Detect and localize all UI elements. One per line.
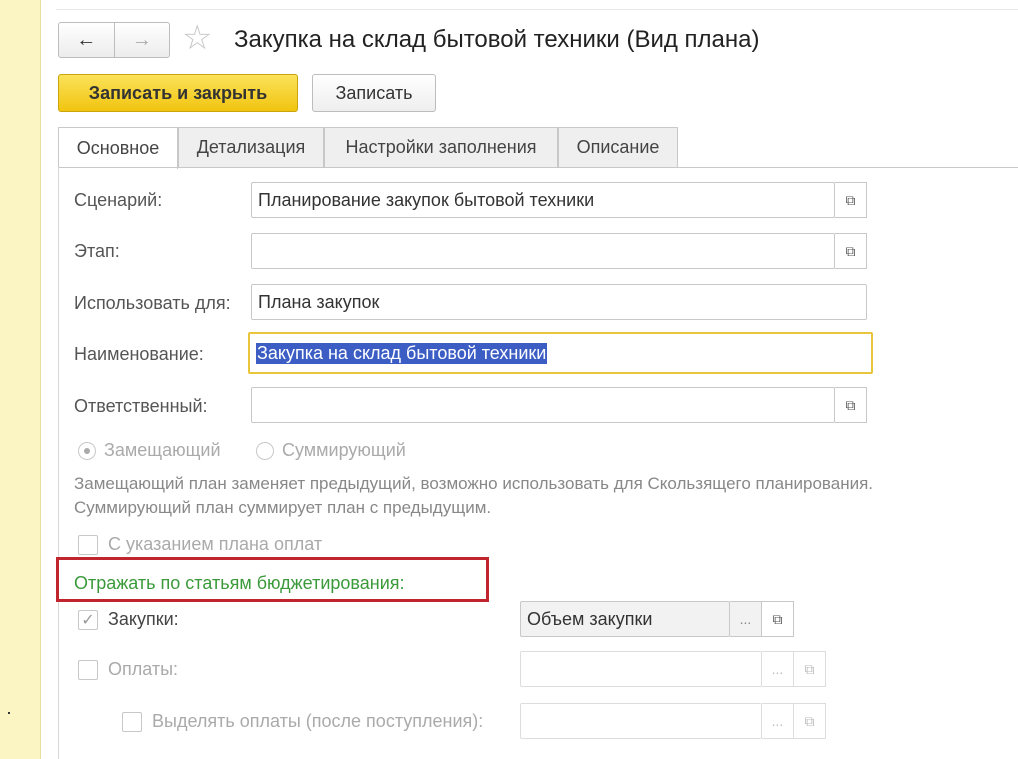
- form-window: [41, 0, 1018, 759]
- payment-plan-label: С указанием плана оплат: [108, 534, 323, 554]
- use-for-field[interactable]: Плана закупок: [251, 284, 867, 320]
- radio-replace[interactable]: Замещающий: [78, 440, 221, 461]
- strip-mark: [8, 712, 10, 714]
- page-title: Закупка на склад бытовой техники (Вид пл…: [234, 26, 760, 53]
- purchases-field[interactable]: Объем закупки: [520, 601, 730, 637]
- tab-description[interactable]: Описание: [558, 127, 678, 167]
- tab-main[interactable]: Основное: [58, 127, 178, 169]
- name-label: Наименование:: [74, 344, 204, 364]
- back-button[interactable]: ←: [59, 23, 114, 57]
- note-line-2: Суммирующий план суммирует план с предыд…: [74, 498, 492, 517]
- open-icon: ⧉: [772, 610, 783, 627]
- responsible-label: Ответственный:: [74, 396, 208, 416]
- open-icon: ⧉: [804, 660, 815, 677]
- responsible-open-button[interactable]: ⧉: [835, 387, 867, 423]
- open-icon: ⧉: [845, 242, 856, 259]
- nav-buttons: ← →: [58, 22, 170, 58]
- tab-bar: Основное Детализация Настройки заполнени…: [58, 127, 678, 169]
- purchases-select-button[interactable]: ...: [730, 601, 762, 637]
- checkbox-box: ✓: [78, 609, 98, 630]
- stage-field[interactable]: [251, 233, 835, 269]
- payment-plan-checkbox[interactable]: С указанием плана оплат: [78, 534, 322, 555]
- purchases-open-button[interactable]: ⧉: [762, 601, 794, 637]
- forward-button[interactable]: →: [113, 23, 170, 57]
- open-icon: ⧉: [845, 396, 856, 413]
- payments-select-button[interactable]: ...: [762, 651, 794, 687]
- separate-payments-open-button[interactable]: ⧉: [794, 703, 826, 739]
- separate-payments-checkbox[interactable]: Выделять оплаты (после поступления):: [122, 711, 483, 732]
- separate-payments-select-button[interactable]: ...: [762, 703, 794, 739]
- note-line-1: Замещающий план заменяет предыдущий, воз…: [74, 474, 874, 493]
- name-field-selected-text: Закупка на склад бытовой техники: [256, 342, 548, 364]
- payments-field[interactable]: [520, 651, 762, 687]
- scenario-field[interactable]: Планирование закупок бытовой техники: [251, 182, 835, 218]
- radio-circle: [256, 441, 274, 460]
- purchases-checkbox[interactable]: ✓ Закупки:: [78, 609, 179, 630]
- separate-payments-field[interactable]: [520, 703, 762, 739]
- stage-open-button[interactable]: ⧉: [835, 233, 867, 269]
- radio-sum[interactable]: Суммирующий: [256, 440, 406, 461]
- arrow-left-icon: ←: [76, 28, 97, 51]
- radio-sum-label: Суммирующий: [282, 440, 406, 460]
- favorite-star-icon[interactable]: ☆: [182, 20, 212, 56]
- tab-fill-settings[interactable]: Настройки заполнения: [324, 127, 558, 167]
- name-field[interactable]: Закупка на склад бытовой техники: [248, 332, 873, 374]
- budget-section-title: Отражать по статьям бюджетирования:: [74, 573, 405, 593]
- radio-circle: [78, 441, 96, 460]
- checkbox-box: [122, 711, 142, 732]
- tab-divider: [58, 167, 1018, 168]
- open-icon: ⧉: [845, 191, 856, 208]
- save-button[interactable]: Записать: [312, 74, 436, 112]
- purchases-label: Закупки:: [108, 609, 179, 629]
- checkbox-box: [78, 534, 98, 555]
- scenario-open-button[interactable]: ⧉: [835, 182, 867, 218]
- separate-payments-label: Выделять оплаты (после поступления):: [152, 711, 484, 731]
- responsible-field[interactable]: [251, 387, 835, 423]
- payments-open-button[interactable]: ⧉: [794, 651, 826, 687]
- checkbox-box: [78, 659, 98, 680]
- stage-label: Этап:: [74, 241, 120, 261]
- arrow-right-icon: →: [131, 28, 152, 51]
- radio-replace-label: Замещающий: [104, 440, 221, 460]
- open-icon: ⧉: [804, 712, 815, 729]
- use-for-label: Использовать для:: [74, 293, 231, 313]
- save-and-close-button[interactable]: Записать и закрыть: [58, 74, 298, 112]
- left-panel-strip: [0, 0, 41, 759]
- tab-detailing[interactable]: Детализация: [178, 127, 324, 167]
- panel-border: [58, 167, 59, 759]
- payments-label: Оплаты:: [108, 659, 179, 679]
- payments-checkbox[interactable]: Оплаты:: [78, 659, 178, 680]
- scenario-label: Сценарий:: [74, 190, 163, 210]
- check-icon: ✓: [81, 611, 95, 629]
- top-divider: [56, 9, 1018, 10]
